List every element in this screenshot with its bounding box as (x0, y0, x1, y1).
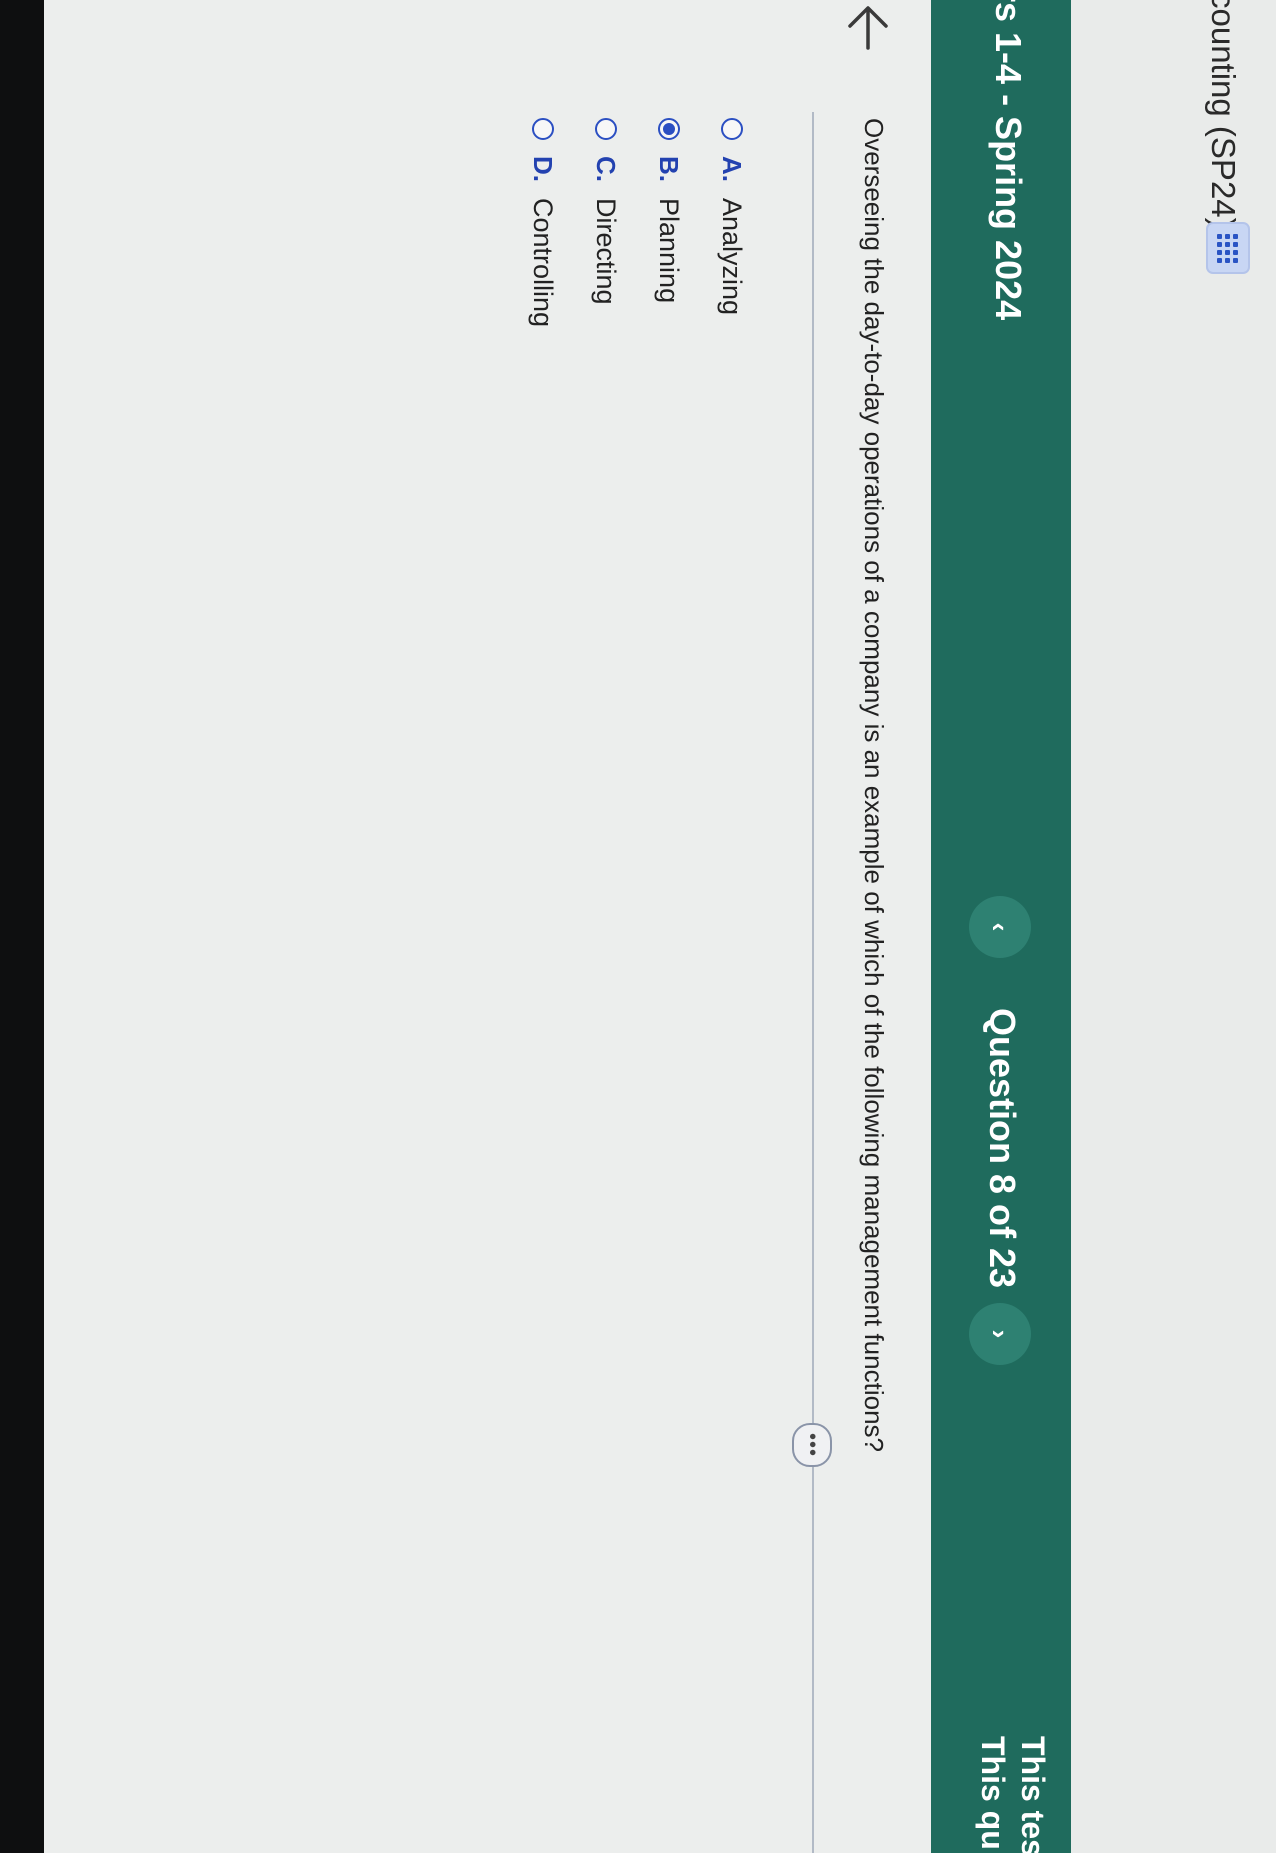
test-toolbar: rs 1-4 - Spring 2024 ‹ Question 8 of 23 … (931, 0, 1071, 1853)
answer-letter: A. (717, 156, 748, 182)
photo-stage: counting (SP24) rs 1-4 - Spring 2024 ‹ Q… (0, 0, 1276, 1853)
previous-question-button[interactable]: ‹ (969, 896, 1031, 958)
chevron-right-icon: › (985, 1329, 1016, 1339)
course-header: counting (SP24) (1069, 0, 1276, 1853)
answer-text: Analyzing (717, 198, 748, 316)
quiz-screen: counting (SP24) rs 1-4 - Spring 2024 ‹ Q… (0, 0, 1276, 1853)
radio-button[interactable] (532, 118, 554, 140)
course-title: counting (SP24) (1205, 0, 1242, 229)
question-area: Overseeing the day‑to‑day operations of … (0, 0, 931, 1853)
question-text: Overseeing the day‑to‑day operations of … (859, 118, 889, 1452)
test-info-line-1: This tes (1015, 1736, 1051, 1853)
answer-list: A. Analyzing B. Planning C. Directing D.… (499, 118, 751, 327)
answer-letter: B. (654, 156, 685, 182)
apps-grid-button[interactable] (1206, 222, 1250, 274)
answer-text: Directing (591, 198, 622, 305)
answer-text: Planning (654, 198, 685, 304)
answer-option-a[interactable]: A. Analyzing (713, 118, 751, 327)
answer-option-b[interactable]: B. Planning (650, 118, 688, 327)
radio-button[interactable] (721, 118, 743, 140)
test-title: rs 1-4 - Spring 2024 (988, 0, 1029, 321)
question-counter: Question 8 of 23 (982, 1008, 1023, 1289)
chevron-left-icon: ‹ (985, 922, 1016, 932)
answer-letter: D. (528, 156, 559, 182)
monitor-bezel (0, 0, 44, 1853)
answer-option-c[interactable]: C. Directing (587, 118, 625, 327)
more-options-button[interactable]: ••• (792, 1423, 832, 1467)
radio-button[interactable] (658, 118, 680, 140)
grid-icon (1217, 233, 1239, 263)
test-info-line-2: This qu (975, 1736, 1011, 1850)
radio-button[interactable] (595, 118, 617, 140)
next-question-button[interactable]: › (969, 1303, 1031, 1365)
answer-letter: C. (591, 156, 622, 182)
question-divider (812, 112, 814, 1853)
test-info: This tes This qu (973, 1736, 1053, 1853)
answer-text: Controlling (528, 198, 559, 328)
answer-option-d[interactable]: D. Controlling (524, 118, 562, 327)
